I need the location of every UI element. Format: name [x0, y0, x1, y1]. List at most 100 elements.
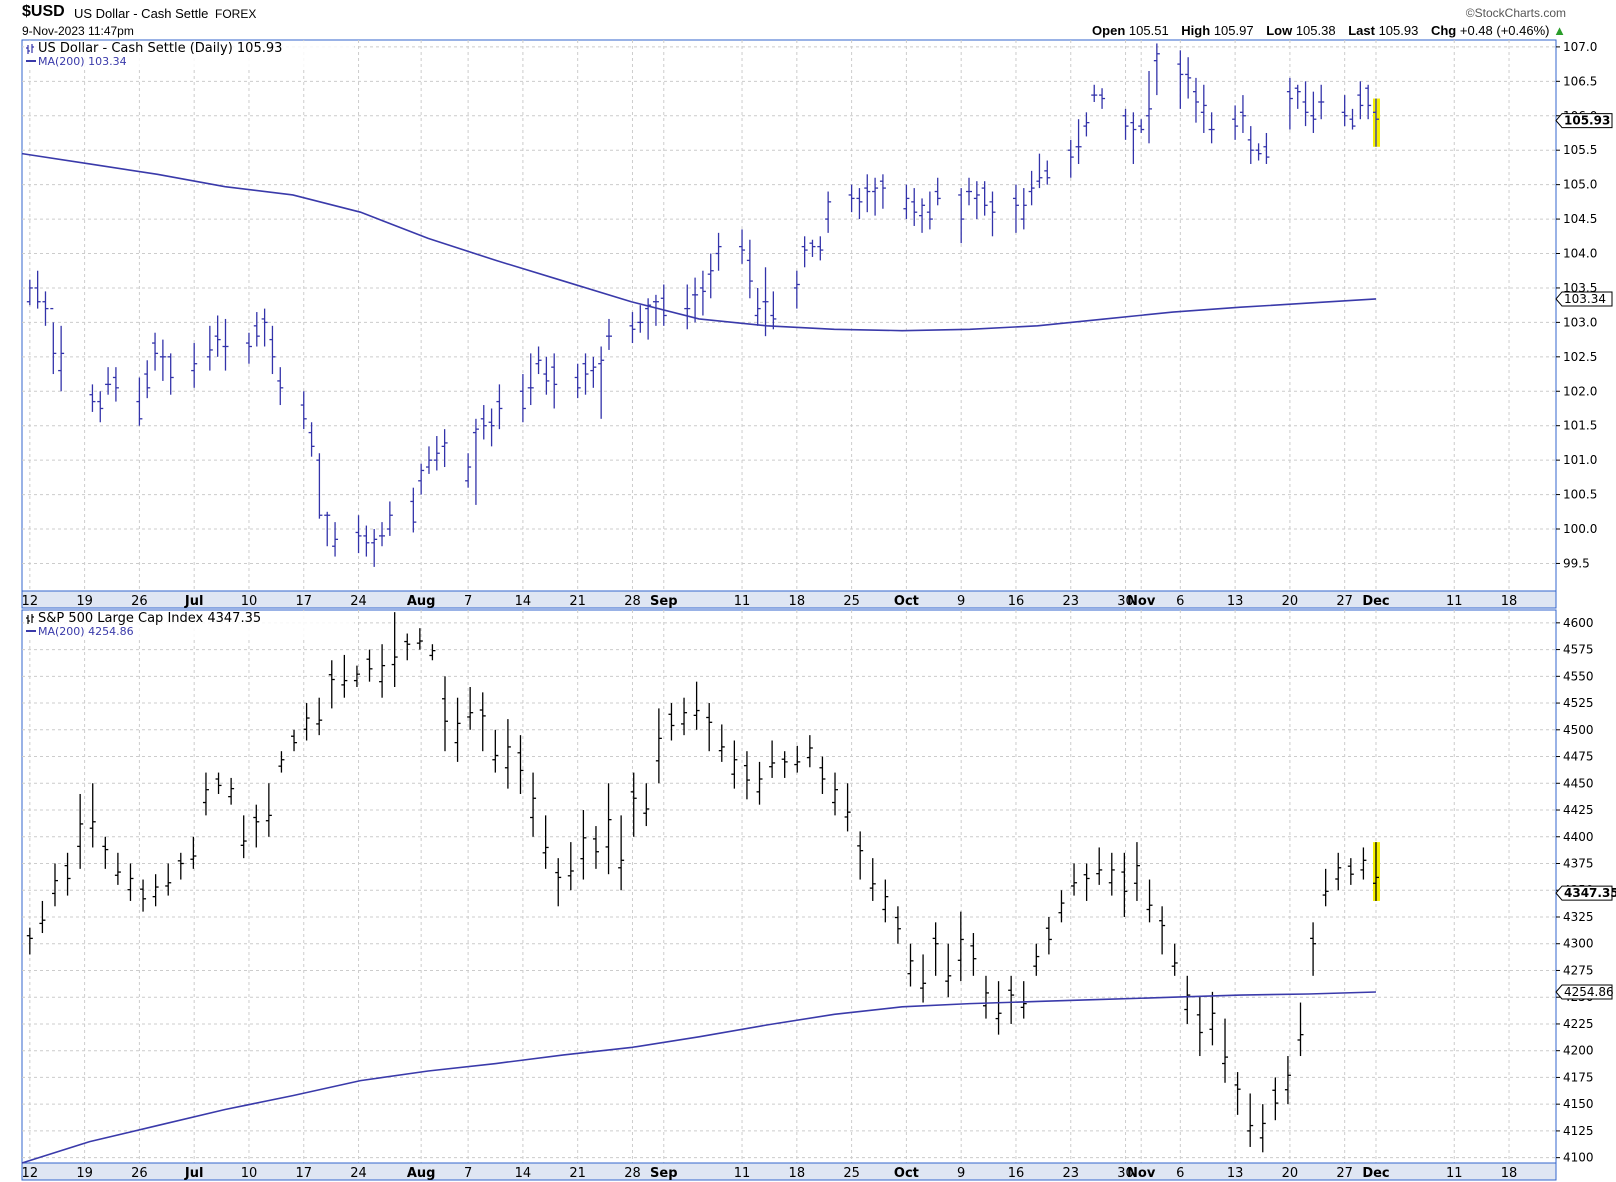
x-tick-label: 26 [131, 594, 148, 609]
x-tick-label: 7 [464, 594, 472, 609]
y-tick-label: 105.0 [1563, 178, 1597, 192]
y-tick-label: 4225 [1563, 1017, 1594, 1031]
y-tick-label: 100.0 [1563, 522, 1597, 536]
x-tick-label: 12 [22, 594, 39, 609]
pane-1-frame [21, 39, 1557, 592]
x-tick-label: 10 [241, 594, 258, 609]
x-tick-label: 21 [569, 1166, 586, 1181]
y-tick-label: 105.5 [1563, 143, 1597, 157]
x-tick-label: 6 [1176, 1166, 1184, 1181]
y-tick-label: 102.5 [1563, 350, 1597, 364]
y-tick-label: 4175 [1563, 1070, 1594, 1084]
x-tick-label: Aug [407, 594, 436, 609]
y-tick-label: 4275 [1563, 963, 1594, 977]
x-tick-label: 20 [1282, 1166, 1299, 1181]
pane-title: US Dollar - Cash Settle (Daily) 105.93 [38, 41, 282, 56]
x-tick-label: 28 [624, 594, 641, 609]
x-tick-label: 26 [131, 1166, 148, 1181]
x-tick-label: 14 [515, 1166, 532, 1181]
y-tick-label: 4150 [1563, 1097, 1594, 1111]
y-tick-label: 107.0 [1563, 40, 1597, 54]
y-tick-label: 4575 [1563, 643, 1594, 657]
x-tick-label: 21 [569, 594, 586, 609]
x-tick-label: 13 [1227, 594, 1244, 609]
x-tick-label: 25 [843, 594, 860, 609]
y-tick-label: 4375 [1563, 857, 1594, 871]
x-tick-label: Sep [650, 594, 678, 609]
x-tick-label: 27 [1336, 1166, 1353, 1181]
y-tick-label: 4100 [1563, 1151, 1594, 1165]
x-tick-label: Jul [184, 1166, 204, 1181]
x-tick-label: 11 [1446, 1166, 1463, 1181]
x-tick-label: 14 [515, 594, 532, 609]
last-price-flag-label: 105.93 [1564, 114, 1610, 128]
x-tick-label: Nov [1127, 594, 1156, 609]
x-tick-label: 16 [1008, 594, 1025, 609]
y-tick-label: 4125 [1563, 1124, 1594, 1138]
y-tick-label: 4425 [1563, 803, 1594, 817]
x-tick-label: 19 [76, 594, 93, 609]
x-tick-label: 17 [295, 594, 312, 609]
y-tick-label: 4400 [1563, 830, 1594, 844]
x-tick-label: 28 [624, 1166, 641, 1181]
y-tick-label: 4550 [1563, 669, 1594, 683]
y-tick-label: 100.5 [1563, 488, 1597, 502]
ma-value-flag-label: 4254.86 [1564, 985, 1614, 999]
x-tick-label: Sep [650, 1166, 678, 1181]
y-tick-label: 99.5 [1563, 556, 1590, 570]
ma-legend-label: MA(200) 4254.86 [38, 625, 134, 638]
x-tick-label: 12 [22, 1166, 39, 1181]
x-tick-label: 18 [1501, 594, 1518, 609]
y-tick-label: 4475 [1563, 750, 1594, 764]
y-tick-label: 102.0 [1563, 384, 1597, 398]
x-tick-label: 27 [1336, 594, 1353, 609]
x-tick-label: 19 [76, 1166, 93, 1181]
x-tick-label: Oct [894, 1166, 919, 1181]
x-tick-label: 16 [1008, 1166, 1025, 1181]
price-charts[interactable]: 107.0106.5106.0105.5105.0104.5104.0103.5… [0, 0, 1616, 1182]
y-tick-label: 4525 [1563, 696, 1594, 710]
x-tick-label: 25 [843, 1166, 860, 1181]
y-tick-label: 4325 [1563, 910, 1594, 924]
y-tick-label: 101.5 [1563, 419, 1597, 433]
x-tick-label: 18 [789, 594, 806, 609]
x-tick-label: 11 [1446, 594, 1463, 609]
y-tick-label: 106.5 [1563, 74, 1597, 88]
x-tick-label: 7 [464, 1166, 472, 1181]
x-tick-label: 18 [1501, 1166, 1518, 1181]
x-tick-label: Nov [1127, 1166, 1156, 1181]
y-tick-label: 4450 [1563, 776, 1594, 790]
y-tick-label: 103.0 [1563, 315, 1597, 329]
x-tick-label: 23 [1062, 594, 1079, 609]
pane-title: S&P 500 Large Cap Index 4347.35 [38, 611, 261, 626]
x-tick-label: Dec [1362, 594, 1389, 609]
y-tick-label: 104.0 [1563, 247, 1597, 261]
x-tick-label: 17 [295, 1166, 312, 1181]
x-tick-label: 10 [241, 1166, 258, 1181]
x-tick-label: 13 [1227, 1166, 1244, 1181]
y-tick-label: 4200 [1563, 1044, 1594, 1058]
x-tick-label: 11 [734, 1166, 751, 1181]
ma-legend-label: MA(200) 103.34 [38, 55, 127, 68]
y-tick-label: 104.5 [1563, 212, 1597, 226]
y-tick-label: 101.0 [1563, 453, 1597, 467]
x-tick-label: 9 [957, 594, 965, 609]
x-tick-label: 18 [789, 1166, 806, 1181]
y-tick-label: 4300 [1563, 937, 1594, 951]
chart-stage: $USD US Dollar - Cash Settle FOREX 9-Nov… [0, 0, 1616, 1182]
last-price-flag-label: 4347.35 [1564, 886, 1616, 900]
y-tick-label: 4600 [1563, 616, 1594, 630]
x-tick-label: 23 [1062, 1166, 1079, 1181]
x-tick-label: 9 [957, 1166, 965, 1181]
y-tick-label: 4500 [1563, 723, 1594, 737]
ma-value-flag-label: 103.34 [1564, 292, 1606, 306]
x-tick-label: 6 [1176, 594, 1184, 609]
x-tick-label: Aug [407, 1166, 436, 1181]
x-tick-label: 24 [350, 594, 367, 609]
x-tick-label: Jul [184, 594, 204, 609]
x-tick-label: 20 [1282, 594, 1299, 609]
x-tick-label: Oct [894, 594, 919, 609]
x-tick-label: Dec [1362, 1166, 1389, 1181]
x-tick-label: 24 [350, 1166, 367, 1181]
x-tick-label: 11 [734, 594, 751, 609]
